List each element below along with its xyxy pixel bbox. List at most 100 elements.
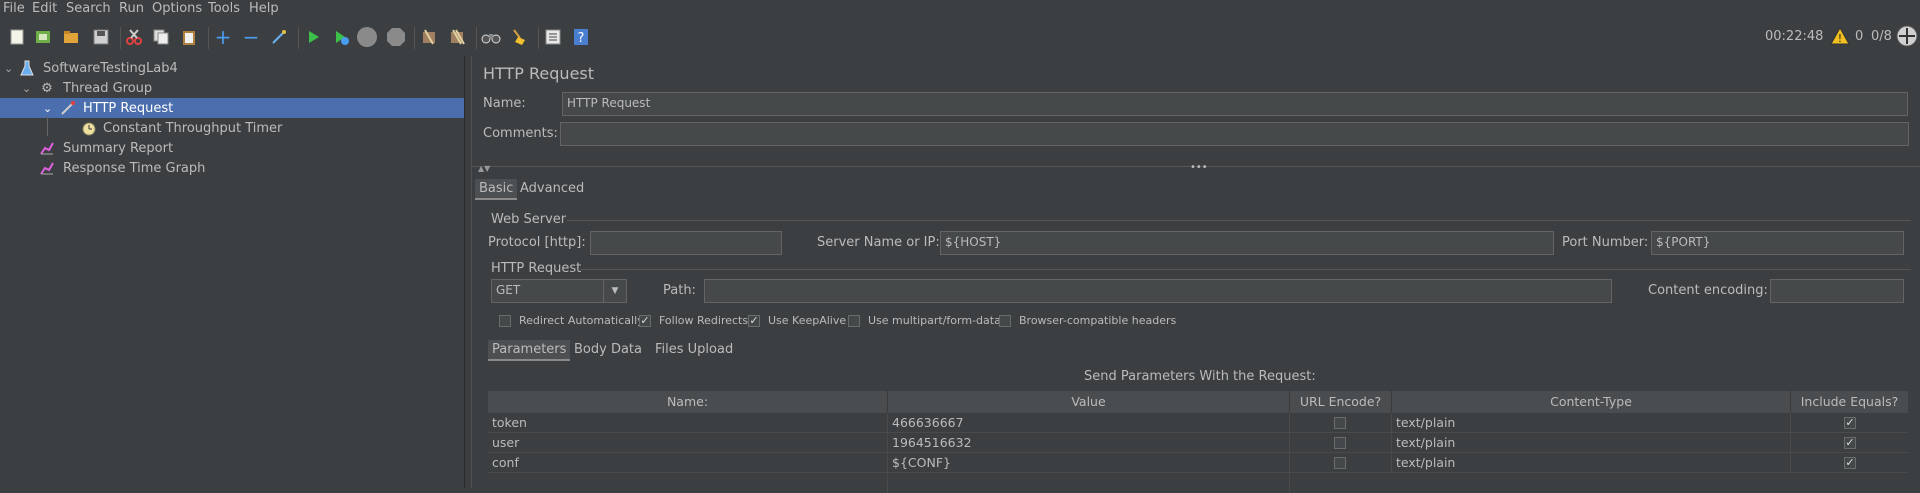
menu-edit[interactable]: Edit: [32, 1, 57, 16]
shutdown-icon[interactable]: [385, 26, 407, 48]
warning-icon[interactable]: !: [1830, 26, 1850, 49]
cell-url-encode[interactable]: [1290, 453, 1392, 473]
toolbar: + − ? 00:22:48 ! 0 0/8: [0, 18, 1920, 56]
gear-icon: ⚙: [41, 80, 53, 96]
vertical-splitter[interactable]: [464, 56, 472, 488]
start-no-pauses-icon[interactable]: [330, 26, 352, 48]
url-encode-checkbox[interactable]: [1334, 417, 1346, 429]
chevron-down-icon[interactable]: ⌄: [4, 62, 13, 75]
cell-include-equals[interactable]: ✓: [1791, 453, 1908, 473]
tab-parameters[interactable]: Parameters: [488, 340, 571, 361]
menu-run[interactable]: Run: [119, 1, 144, 16]
new-icon[interactable]: [6, 26, 28, 48]
cell-value[interactable]: ${CONF}: [888, 453, 1290, 473]
include-equals-checkbox[interactable]: ✓: [1844, 457, 1856, 469]
expand-plus-icon[interactable]: +: [212, 25, 234, 49]
column-header-include-equals[interactable]: Include Equals?: [1791, 391, 1908, 413]
tab-basic[interactable]: Basic: [475, 179, 518, 200]
collapse-minus-icon[interactable]: −: [240, 25, 262, 49]
drag-handle-icon[interactable]: •••: [1190, 162, 1208, 173]
comments-input[interactable]: [560, 122, 1909, 146]
cell-value[interactable]: 466636667: [888, 413, 1290, 433]
chevron-down-icon[interactable]: ▼: [603, 280, 626, 302]
name-input[interactable]: HTTP Request: [562, 92, 1908, 116]
templates-icon[interactable]: [32, 26, 54, 48]
start-icon[interactable]: [302, 26, 324, 48]
http-request-panel: HTTP Request Name: HTTP Request Comments…: [472, 56, 1920, 493]
collapse-arrows-icon[interactable]: ▲▼: [478, 164, 490, 173]
port-input[interactable]: ${PORT}: [1651, 231, 1904, 255]
chevron-down-icon[interactable]: ⌄: [22, 82, 31, 95]
browser-compatible-headers-checkbox[interactable]: [999, 315, 1011, 327]
use-keepalive-checkbox[interactable]: ✓: [748, 315, 760, 327]
web-server-group-label: Web Server: [491, 212, 567, 227]
tab-body-data[interactable]: Body Data: [570, 340, 646, 359]
server-label: Server Name or IP:: [817, 235, 940, 250]
column-header-name[interactable]: Name:: [488, 391, 888, 413]
table-row[interactable]: conf ${CONF} text/plain ✓: [488, 453, 1908, 473]
protocol-input[interactable]: [590, 231, 782, 255]
open-icon[interactable]: [60, 26, 82, 48]
cell-content-type[interactable]: text/plain: [1392, 453, 1791, 473]
paste-icon[interactable]: [178, 26, 200, 48]
include-equals-checkbox[interactable]: ✓: [1844, 437, 1856, 449]
column-header-url-encode[interactable]: URL Encode?: [1290, 391, 1392, 413]
tree-node-http-request[interactable]: ⌄ HTTP Request: [0, 98, 464, 118]
toolbar-separator: [538, 27, 539, 49]
menu-options[interactable]: Options: [152, 1, 202, 16]
follow-redirects-checkbox[interactable]: ✓: [639, 315, 651, 327]
table-row[interactable]: token 466636667 text/plain ✓: [488, 413, 1908, 433]
tree-node-summary-report[interactable]: Summary Report: [0, 138, 464, 158]
checkbox-label: Redirect Automatically: [519, 314, 644, 327]
url-encode-checkbox[interactable]: [1334, 437, 1346, 449]
tree-node-thread-group[interactable]: ⌄ ⚙ Thread Group: [0, 78, 464, 98]
encoding-input[interactable]: [1770, 279, 1904, 303]
menu-help[interactable]: Help: [249, 1, 279, 16]
tab-advanced[interactable]: Advanced: [516, 179, 588, 198]
remote-status-icon[interactable]: [1896, 25, 1918, 51]
search-binoculars-icon[interactable]: [480, 26, 502, 48]
server-input[interactable]: ${HOST}: [940, 231, 1554, 255]
use-multipart-checkbox[interactable]: [848, 315, 860, 327]
redirect-automatically-checkbox[interactable]: [499, 315, 511, 327]
method-select[interactable]: GET ▼: [491, 279, 627, 303]
toolbar-separator: [414, 27, 415, 49]
cell-content-type[interactable]: text/plain: [1392, 413, 1791, 433]
cell-include-equals[interactable]: ✓: [1791, 433, 1908, 453]
column-header-content-type[interactable]: Content-Type: [1392, 391, 1791, 413]
cell-url-encode[interactable]: [1290, 433, 1392, 453]
function-helper-icon[interactable]: [542, 26, 564, 48]
menu-file[interactable]: File: [3, 1, 25, 16]
table-row[interactable]: user 1964516632 text/plain ✓: [488, 433, 1908, 453]
tree-label: Thread Group: [63, 80, 153, 96]
cell-name[interactable]: token: [488, 413, 888, 433]
tree-node-constant-throughput-timer[interactable]: Constant Throughput Timer: [0, 116, 464, 138]
column-header-value[interactable]: Value: [888, 391, 1290, 413]
help-icon[interactable]: ?: [570, 26, 592, 48]
toggle-wand-icon[interactable]: [268, 26, 290, 48]
cell-name[interactable]: user: [488, 433, 888, 453]
path-input[interactable]: [704, 279, 1612, 303]
menu-search[interactable]: Search: [66, 1, 111, 16]
cell-value[interactable]: 1964516632: [888, 433, 1290, 453]
cell-content-type[interactable]: text/plain: [1392, 433, 1791, 453]
tab-files-upload[interactable]: Files Upload: [651, 340, 737, 359]
tree-node-test-plan[interactable]: ⌄ SoftwareTestingLab4: [0, 58, 464, 78]
clear-icon[interactable]: [418, 26, 440, 48]
table-row[interactable]: [488, 473, 1908, 493]
menu-tools[interactable]: Tools: [208, 1, 240, 16]
url-encode-checkbox[interactable]: [1334, 457, 1346, 469]
clear-all-icon[interactable]: [446, 26, 468, 48]
copy-icon[interactable]: [150, 26, 172, 48]
tree-node-response-time-graph[interactable]: Response Time Graph: [0, 158, 464, 178]
cut-icon[interactable]: [123, 26, 145, 48]
cell-include-equals[interactable]: ✓: [1791, 413, 1908, 433]
reset-search-broom-icon[interactable]: [508, 26, 530, 48]
graph-icon: [39, 160, 55, 176]
cell-name[interactable]: conf: [488, 453, 888, 473]
cell-url-encode[interactable]: [1290, 413, 1392, 433]
stop-icon[interactable]: [356, 26, 378, 48]
include-equals-checkbox[interactable]: ✓: [1844, 417, 1856, 429]
chevron-down-icon[interactable]: ⌄: [43, 102, 52, 115]
save-icon[interactable]: [90, 26, 112, 48]
